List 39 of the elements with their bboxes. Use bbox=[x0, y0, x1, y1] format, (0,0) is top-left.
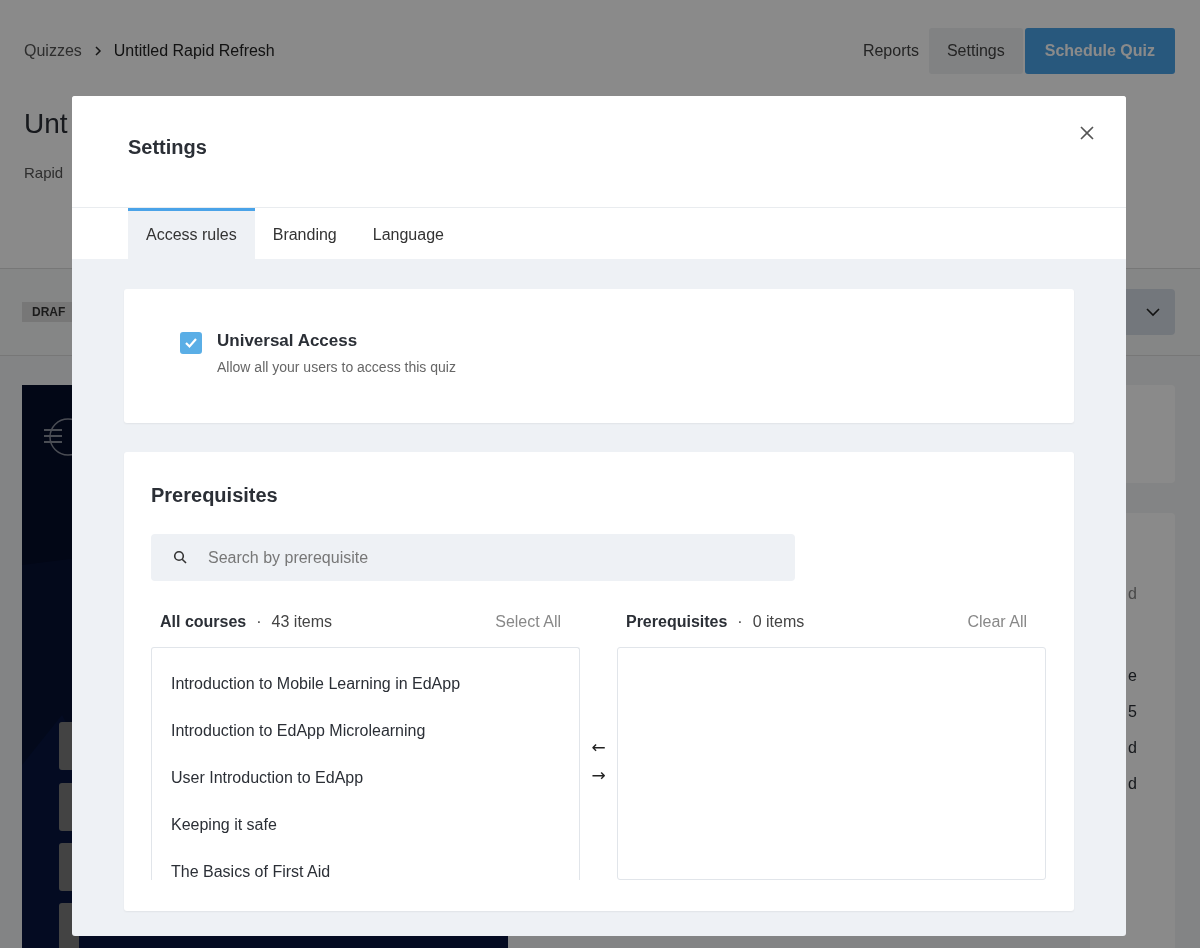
course-item[interactable]: Keeping it safe bbox=[171, 814, 580, 835]
move-button[interactable]: → bbox=[591, 761, 606, 788]
chevron-down-icon bbox=[1145, 307, 1161, 317]
breadcrumb-link[interactable]: Quizzes bbox=[24, 42, 82, 60]
tab[interactable]: Branding bbox=[254, 208, 355, 259]
item-count: 0 items bbox=[752, 613, 805, 631]
move-button[interactable]: ← bbox=[591, 733, 606, 760]
course-item[interactable]: The Basics of First Aid bbox=[171, 861, 580, 880]
page-subtitle: Rapid bbox=[24, 164, 65, 181]
course-item[interactable]: User Introduction to EdApp bbox=[171, 767, 580, 788]
check-icon bbox=[184, 337, 198, 349]
course-item[interactable]: Introduction to EdApp Microlearning bbox=[171, 720, 580, 741]
breadcrumb-current: Untitled Rapid Refresh bbox=[113, 42, 275, 60]
side-text: d bbox=[1128, 774, 1138, 794]
list-title: All courses bbox=[160, 613, 247, 631]
checkbox-description: Allow all your users to access this quiz bbox=[217, 359, 456, 375]
close-button[interactable] bbox=[1078, 124, 1096, 142]
chevron-right-icon bbox=[93, 45, 102, 57]
course-item[interactable]: Introduction to Mobile Learning in EdApp bbox=[171, 673, 580, 694]
list-title: Prerequisites bbox=[625, 613, 728, 631]
side-text: 5 bbox=[1128, 702, 1138, 722]
side-text: d bbox=[1128, 584, 1138, 604]
page-title: Unt bbox=[24, 108, 68, 140]
tab[interactable]: Access rules bbox=[128, 208, 255, 259]
checkbox[interactable] bbox=[180, 332, 202, 354]
item-count: 43 items bbox=[271, 613, 333, 631]
action-button[interactable]: Settings bbox=[928, 28, 1023, 74]
section-title: Prerequisites bbox=[151, 484, 279, 507]
side-text: e bbox=[1128, 666, 1138, 686]
separator-dot: · bbox=[256, 613, 262, 631]
select-all-link[interactable]: Select All bbox=[495, 613, 562, 631]
separator-dot: · bbox=[737, 613, 743, 631]
search-field[interactable]: Search by prerequisite bbox=[151, 534, 795, 581]
action-button[interactable]: Reports bbox=[852, 28, 929, 74]
tab[interactable]: Language bbox=[354, 208, 462, 259]
clear-all-link[interactable]: Clear All bbox=[967, 613, 1027, 631]
side-text: d bbox=[1128, 738, 1138, 758]
dialog-title: Settings bbox=[128, 136, 207, 159]
checkbox-label: Universal Access bbox=[217, 331, 359, 351]
